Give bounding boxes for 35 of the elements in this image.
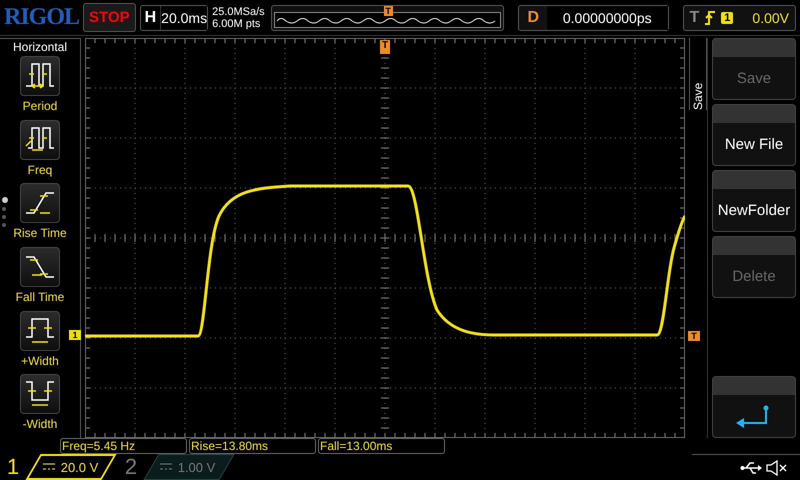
trigger-position-marker: T	[384, 6, 393, 16]
measurement-readout: Freq=5.45 Hz	[60, 438, 187, 454]
brand-logo: RIGOL	[4, 4, 80, 31]
channel-number: 1	[6, 454, 20, 480]
measure-label: Freq	[28, 162, 52, 177]
trigger-position-marker[interactable]: T	[380, 40, 390, 54]
channel-marker[interactable]: 1	[69, 330, 81, 340]
delay-box[interactable]: D 0.00000000ps	[518, 4, 668, 30]
timebase-label: H	[144, 8, 158, 26]
channel-scale: 1.00 V	[178, 460, 216, 474]
trigger-level-marker[interactable]: T	[688, 331, 700, 341]
trigger-label: T	[690, 8, 700, 26]
run-state-indicator[interactable]: STOP	[83, 3, 136, 32]
panel-title: Horizontal	[12, 40, 68, 54]
trigger-box[interactable]: T 1 0.00V	[682, 4, 796, 30]
timebase-value: 20.0ms	[160, 6, 208, 30]
measure-label: -Width	[22, 417, 58, 432]
menu-title: Save	[691, 82, 705, 110]
menu-button[interactable]: New File	[712, 104, 796, 166]
memory-depth: 6.00M pts	[212, 18, 262, 30]
measure-label: Rise Time	[13, 226, 67, 240]
measurement-readout: Fall=13.00ms	[318, 438, 445, 454]
delay-label: D	[526, 8, 540, 26]
trigger-source: 1	[721, 12, 734, 24]
trigger-level: 0.00V	[752, 10, 789, 26]
measure-label: Fall Time	[16, 290, 64, 304]
delay-value: 0.00000000ps	[547, 6, 668, 30]
sample-rate: 25.0MSa/s	[212, 6, 266, 18]
timebase-box[interactable]: H 20.0ms	[140, 4, 208, 30]
measurement-readout: Rise=13.80ms	[189, 438, 316, 454]
menu-button[interactable]: NewFolder	[712, 170, 796, 232]
channel-scale: 20.0 V	[61, 460, 99, 474]
channel-number: 2	[124, 454, 138, 480]
measure-label: +Width	[21, 354, 59, 368]
measure-label: Period	[22, 99, 58, 113]
